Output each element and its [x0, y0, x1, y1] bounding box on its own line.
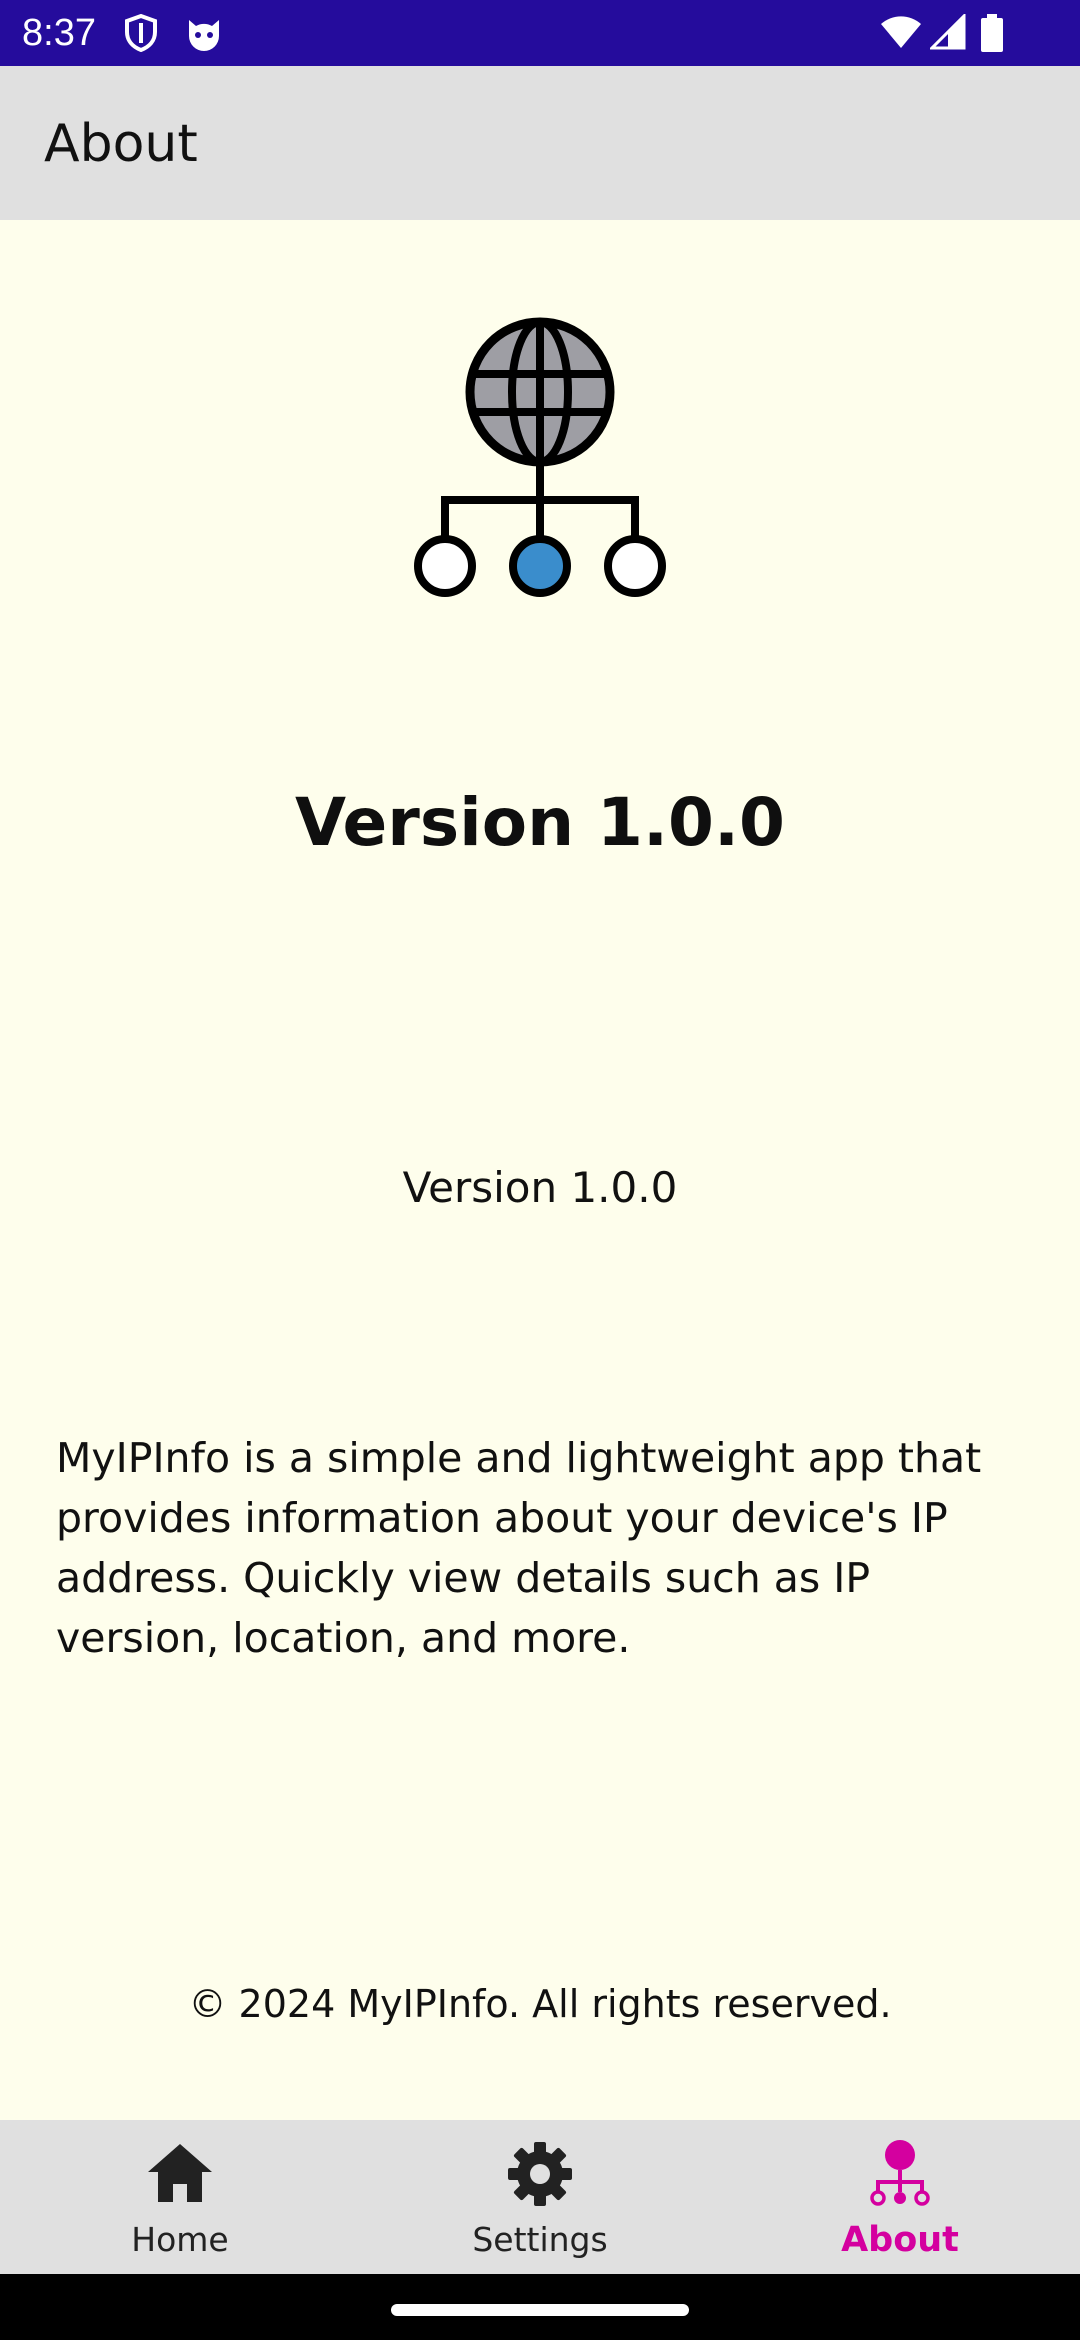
status-time: 8:37: [22, 12, 96, 54]
status-bar: 8:37: [0, 0, 1080, 66]
gesture-handle[interactable]: [391, 2304, 689, 2316]
nav-item-home[interactable]: Home: [0, 2120, 360, 2274]
signal-icon: [930, 14, 966, 50]
app-description: MyIPInfo is a simple and lightweight app…: [56, 1434, 982, 1662]
cat-icon: [189, 20, 219, 51]
version-text: Version 1.0.0: [402, 1163, 678, 1212]
nav-label-home: Home: [131, 2220, 229, 2259]
network-icon: [870, 2140, 930, 2206]
bottom-navigation: Home Settings About: [0, 2120, 1080, 2274]
version-heading: Version 1.0.0: [295, 784, 785, 861]
gesture-bar: [0, 2274, 1080, 2340]
gear-icon: [508, 2142, 572, 2206]
nav-label-about: About: [841, 2220, 959, 2260]
nav-item-about[interactable]: About: [720, 2120, 1080, 2274]
battery-icon: [981, 14, 1003, 52]
page-title: About: [44, 114, 198, 174]
network-globe-icon: [414, 317, 666, 597]
nav-item-settings[interactable]: Settings: [360, 2120, 720, 2274]
copyright-text: © 2024 MyIPInfo. All rights reserved.: [188, 1982, 892, 2026]
wifi-icon: [881, 16, 921, 48]
shield-icon: [125, 14, 157, 52]
nav-label-settings: Settings: [472, 2220, 608, 2259]
home-icon: [148, 2144, 212, 2202]
app-bar: About: [0, 66, 1080, 220]
